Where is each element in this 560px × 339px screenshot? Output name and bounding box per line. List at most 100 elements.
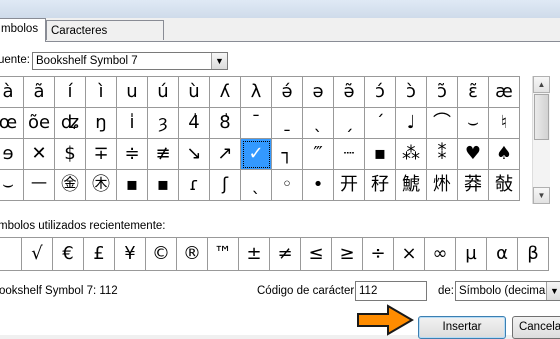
symbol-cell[interactable]: ɘ	[0, 139, 24, 170]
recent-symbol-cell[interactable]: ≠	[270, 238, 301, 271]
symbol-cell[interactable]: ı̍	[117, 108, 148, 139]
symbol-cell[interactable]: ◦	[272, 170, 303, 201]
symbol-cell[interactable]: ┐	[272, 139, 303, 170]
symbol-cell[interactable]: ⌒	[427, 108, 458, 139]
scroll-down-icon[interactable]: ▼	[533, 187, 550, 204]
symbol-cell[interactable]: ə́	[272, 77, 303, 108]
symbol-cell[interactable]: ɔ́	[365, 77, 396, 108]
symbol-cell[interactable]: ▪	[148, 170, 179, 201]
font-select[interactable]: Bookshelf Symbol 7 ▼	[32, 52, 228, 70]
symbol-cell[interactable]: 敧	[489, 170, 520, 201]
symbol-cell[interactable]: ə̃	[334, 77, 365, 108]
tab-symbols[interactable]: mbolos	[0, 18, 46, 42]
recent-symbol-cell[interactable]: €	[53, 238, 84, 271]
recent-symbol-cell[interactable]: ∞	[425, 238, 456, 271]
symbol-cell[interactable]: ≑	[117, 139, 148, 170]
symbol-cell[interactable]: ʥ	[55, 108, 86, 139]
symbol-cell[interactable]: à	[0, 77, 24, 108]
symbol-cell[interactable]: λ	[241, 77, 272, 108]
recent-symbol-cell[interactable]: ©	[146, 238, 177, 271]
symbol-cell[interactable]: ≢	[148, 139, 179, 170]
symbol-cell[interactable]: ì	[86, 77, 117, 108]
symbol-cell[interactable]: ♩	[396, 108, 427, 139]
symbol-cell[interactable]: ↘	[179, 139, 210, 170]
symbol-cell[interactable]: ♮	[489, 108, 520, 139]
symbol-cell[interactable]: æ	[489, 77, 520, 108]
from-select[interactable]: Símbolo (decimal) ▼	[455, 281, 560, 301]
symbol-cell[interactable]: ㊍	[86, 170, 117, 201]
symbol-cell[interactable]: u	[117, 77, 148, 108]
symbol-cell[interactable]: ȝ	[148, 108, 179, 139]
symbol-cell[interactable]: ˎ	[303, 108, 334, 139]
symbol-cell[interactable]: 8̍	[210, 108, 241, 139]
symbol-cell[interactable]: ɔ̃	[427, 77, 458, 108]
recent-symbol-cell[interactable]: ÷	[363, 238, 394, 271]
symbol-cell[interactable]: ♠	[489, 139, 520, 170]
symbol-cell[interactable]: ˊ	[365, 108, 396, 139]
recent-symbol-cell[interactable]: ®	[177, 238, 208, 271]
recent-symbol-cell[interactable]: ±	[239, 238, 270, 271]
symbol-cell[interactable]: ✕	[24, 139, 55, 170]
recent-symbol-cell[interactable]: ™	[208, 238, 239, 271]
recent-symbol-cell[interactable]: √	[22, 238, 53, 271]
symbol-cell[interactable]: ♥	[458, 139, 489, 170]
recent-symbol-cell[interactable]: α	[487, 238, 518, 271]
recent-symbol-cell[interactable]: £	[84, 238, 115, 271]
symbol-cell[interactable]: 鯱	[396, 170, 427, 201]
symbol-cell[interactable]: ┈	[334, 139, 365, 170]
symbol-grid-scrollbar[interactable]: ▲ ▼	[532, 76, 550, 204]
recent-symbol-cell[interactable]: ≤	[301, 238, 332, 271]
symbol-cell[interactable]: ú	[148, 77, 179, 108]
symbol-cell[interactable]: 烞	[427, 170, 458, 201]
symbol-cell[interactable]: í	[55, 77, 86, 108]
symbol-cell[interactable]: ù	[179, 77, 210, 108]
chevron-down-icon[interactable]: ▼	[211, 53, 227, 69]
recent-symbol-cell[interactable]: ¥	[115, 238, 146, 271]
symbol-cell[interactable]: 秄	[365, 170, 396, 201]
recent-symbol-cell[interactable]: β	[518, 238, 549, 271]
symbol-cell[interactable]: 4̍	[179, 108, 210, 139]
symbol-cell[interactable]: ⌣	[0, 170, 24, 201]
symbol-cell[interactable]: ㅡ	[24, 170, 55, 201]
recent-symbol-cell[interactable]: µ	[456, 238, 487, 271]
symbol-cell[interactable]: ⁑	[427, 139, 458, 170]
symbol-cell[interactable]: 开	[334, 170, 365, 201]
symbol-cell[interactable]: ã	[24, 77, 55, 108]
symbol-cell[interactable]: ʎ	[210, 77, 241, 108]
symbol-cell[interactable]: ⌣	[458, 108, 489, 139]
symbol-cell[interactable]: ㊎	[55, 170, 86, 201]
symbol-cell[interactable]: ˉ	[241, 108, 272, 139]
tab-strip: mbolos Caracteres especiales	[0, 18, 560, 57]
symbol-cell[interactable]: $	[55, 139, 86, 170]
recent-symbol-cell[interactable]	[0, 238, 22, 271]
symbol-cell[interactable]: ə	[303, 77, 334, 108]
recent-symbol-cell[interactable]: ≥	[332, 238, 363, 271]
symbol-cell[interactable]: ŋ	[86, 108, 117, 139]
symbol-cell[interactable]: ˏ	[334, 108, 365, 139]
symbol-cell[interactable]: ɾ	[179, 170, 210, 201]
symbol-cell[interactable]: ˎ	[241, 170, 272, 201]
symbol-cell-selected[interactable]: ✓	[241, 139, 272, 170]
symbol-cell[interactable]: ∓	[86, 139, 117, 170]
scroll-up-icon[interactable]: ▲	[533, 76, 550, 93]
chevron-down-icon[interactable]: ▼	[546, 282, 560, 300]
symbol-cell[interactable]: ɛ̃	[458, 77, 489, 108]
symbol-cell[interactable]: œ	[0, 108, 24, 139]
symbol-cell[interactable]: ɔ̀	[396, 77, 427, 108]
symbol-cell[interactable]: 莽	[458, 170, 489, 201]
symbol-cell[interactable]: ▪	[117, 170, 148, 201]
symbol-cell[interactable]: ‴	[303, 139, 334, 170]
char-code-input[interactable]: 112	[355, 281, 427, 301]
tab-special-characters[interactable]: Caracteres especiales	[46, 20, 164, 57]
scroll-thumb[interactable]	[534, 94, 549, 140]
recent-symbol-cell[interactable]: ×	[394, 238, 425, 271]
insert-button[interactable]: Insertar	[418, 316, 506, 339]
cancel-button[interactable]: Cancelar	[512, 316, 560, 339]
symbol-cell[interactable]: ↗	[210, 139, 241, 170]
symbol-cell[interactable]: ⁂	[396, 139, 427, 170]
symbol-cell[interactable]: ʃ	[210, 170, 241, 201]
symbol-cell[interactable]: ▪	[365, 139, 396, 170]
symbol-cell[interactable]: õe	[24, 108, 55, 139]
symbol-cell[interactable]: ˍ	[272, 108, 303, 139]
symbol-cell[interactable]: •	[303, 170, 334, 201]
